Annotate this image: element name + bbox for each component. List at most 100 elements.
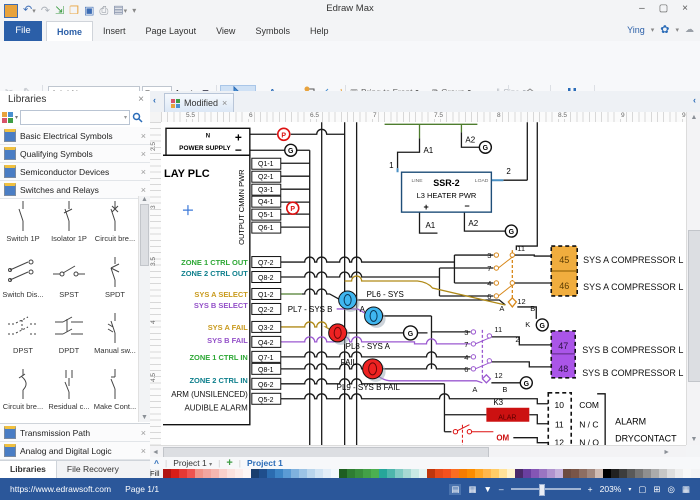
color-swatch[interactable] — [523, 469, 531, 478]
color-swatch[interactable] — [259, 469, 267, 478]
minimize-button[interactable]: – — [639, 3, 645, 14]
color-swatch[interactable] — [211, 469, 219, 478]
color-swatch[interactable] — [395, 469, 403, 478]
tab-insert[interactable]: Insert — [93, 21, 136, 41]
zoom-slider[interactable] — [511, 488, 581, 490]
add-page-icon[interactable]: + — [226, 457, 232, 469]
color-swatch[interactable] — [251, 469, 259, 478]
color-swatch[interactable] — [323, 469, 331, 478]
tab-page-layout[interactable]: Page Layout — [136, 21, 207, 41]
scroll-left-icon[interactable]: ◄ — [152, 449, 159, 456]
color-swatch[interactable] — [571, 469, 579, 478]
symbol-circuit-breaker[interactable]: Circuit bre... — [92, 196, 138, 252]
color-swatch[interactable] — [291, 469, 299, 478]
color-swatch[interactable] — [331, 469, 339, 478]
terminal-block-45-46[interactable]: 45 46 — [551, 246, 577, 296]
tab-help[interactable]: Help — [300, 21, 339, 41]
symbol-spdt[interactable]: SPDT — [92, 252, 138, 308]
plc-output-terminals[interactable]: Q1-1 Q2-1 Q3-1 Q4-1 Q5-1 Q6-1 — [252, 158, 281, 233]
drawing-canvas[interactable]: N POWER SUPPLY + − LAY PLC OUTPUT CMMN P… — [161, 122, 686, 445]
color-swatch[interactable] — [427, 469, 435, 478]
tab-home[interactable]: Home — [46, 21, 93, 41]
scroll-down-icon[interactable]: ▼ — [687, 436, 700, 443]
pan-window-icon[interactable]: ▦ — [682, 484, 690, 495]
project-selector[interactable]: Project 1 ▾ — [173, 458, 212, 468]
color-swatch[interactable] — [635, 469, 643, 478]
sidebar-scrollbar[interactable]: ▲ ▼ — [138, 196, 150, 422]
vertical-scrollbar[interactable]: ▲ ▼ — [686, 112, 700, 445]
color-swatch[interactable] — [443, 469, 451, 478]
symbol-switch-disconnector[interactable]: Switch Dis... — [0, 252, 46, 308]
color-swatch[interactable] — [411, 469, 419, 478]
scroll-up-icon[interactable]: ▲ — [139, 196, 150, 203]
color-swatch[interactable] — [179, 469, 187, 478]
color-swatch[interactable] — [299, 469, 307, 478]
color-swatch[interactable] — [283, 469, 291, 478]
color-swatch[interactable] — [555, 469, 563, 478]
library-menu-icon[interactable] — [2, 112, 13, 123]
view-page-icon[interactable]: ▦ — [468, 484, 476, 495]
library-close-icon[interactable]: × — [141, 185, 146, 195]
terminal-block-47-48[interactable]: 47 48 — [551, 331, 575, 378]
gear-icon[interactable]: ✿ — [660, 23, 669, 36]
symbol-isolator-1p[interactable]: Isolator 1P — [46, 196, 92, 252]
view-normal-icon[interactable]: ▤ — [449, 484, 461, 495]
library-close-icon[interactable]: × — [141, 149, 146, 159]
document-tab-modified[interactable]: Modified × — [164, 93, 234, 113]
ssr2-relay[interactable]: LINE SSR-2 LOAD L3 HEATER PWR + − — [402, 172, 492, 212]
symbol-circuit-breaker-2[interactable]: Circuit bre... — [0, 364, 46, 420]
collapse-right-panel-icon[interactable]: ‹ — [693, 95, 696, 105]
color-swatch[interactable] — [235, 469, 243, 478]
color-swatch[interactable] — [163, 469, 171, 478]
page-tab-project1[interactable]: Project 1 — [247, 458, 283, 468]
color-swatch[interactable] — [587, 469, 595, 478]
search-icon[interactable] — [132, 112, 143, 123]
color-swatch[interactable] — [683, 469, 691, 478]
zoom-level[interactable]: 203% — [600, 484, 622, 494]
color-swatch[interactable] — [339, 469, 347, 478]
library-item-semiconductor[interactable]: Semiconductor Devices× — [0, 163, 150, 181]
color-swatch[interactable] — [547, 469, 555, 478]
scroll-right-icon[interactable]: ► — [663, 449, 670, 456]
user-dropdown-icon[interactable]: ▾ — [651, 26, 655, 34]
power-supply-box[interactable]: N POWER SUPPLY + − — [166, 128, 250, 157]
color-swatch[interactable] — [507, 469, 515, 478]
color-swatch[interactable] — [267, 469, 275, 478]
color-swatch[interactable] — [187, 469, 195, 478]
color-swatch[interactable] — [315, 469, 323, 478]
symbol-dpdt[interactable]: DPDT — [46, 308, 92, 364]
color-swatch[interactable] — [403, 469, 411, 478]
library-item-transmission-path[interactable]: Transmission Path× — [0, 423, 150, 442]
color-swatch[interactable] — [219, 469, 227, 478]
alarm-terminal-block[interactable]: 10 11 12 COM N / C N / O ALARM DRYCONTAC… — [548, 393, 677, 445]
scroll-up-icon[interactable]: ▲ — [687, 112, 700, 121]
color-swatch[interactable] — [467, 469, 475, 478]
color-swatch[interactable] — [371, 469, 379, 478]
cloud-icon[interactable]: ☁ — [685, 24, 694, 35]
color-swatch[interactable] — [307, 469, 315, 478]
libraries-close-icon[interactable]: × — [138, 94, 144, 105]
scroll-down-icon[interactable]: ▼ — [139, 414, 150, 421]
color-swatch[interactable] — [379, 469, 387, 478]
color-swatch[interactable] — [627, 469, 635, 478]
fit-page-icon[interactable]: ⊞ — [653, 484, 660, 495]
color-swatch[interactable] — [539, 469, 547, 478]
color-swatch[interactable] — [435, 469, 443, 478]
color-swatch[interactable] — [243, 469, 251, 478]
symbol-switch-1p[interactable]: Switch 1P — [0, 196, 46, 252]
color-swatch[interactable] — [595, 469, 603, 478]
zoom-in-icon[interactable]: + — [588, 484, 593, 494]
tab-symbols[interactable]: Symbols — [245, 21, 300, 41]
library-close-icon[interactable]: × — [141, 131, 146, 141]
relay-contacts-sys-b[interactable]: 3 7 4 6 11 2 12 A B — [464, 325, 519, 394]
symbol-make-contact[interactable]: Make Cont... — [92, 364, 138, 420]
color-swatch[interactable] — [227, 469, 235, 478]
maximize-button[interactable]: ▢ — [659, 3, 668, 14]
color-swatch[interactable] — [171, 469, 179, 478]
library-close-icon[interactable]: × — [141, 167, 146, 177]
color-swatch[interactable] — [203, 469, 211, 478]
color-swatch[interactable] — [659, 469, 667, 478]
color-swatch[interactable] — [563, 469, 571, 478]
color-swatch[interactable] — [419, 469, 427, 478]
plc-io-terminals[interactable]: Q7-2 Q8-2 Q1-2 Q2-2 Q3-2 Q4-2 Q7-1 Q8-1 … — [252, 257, 281, 405]
